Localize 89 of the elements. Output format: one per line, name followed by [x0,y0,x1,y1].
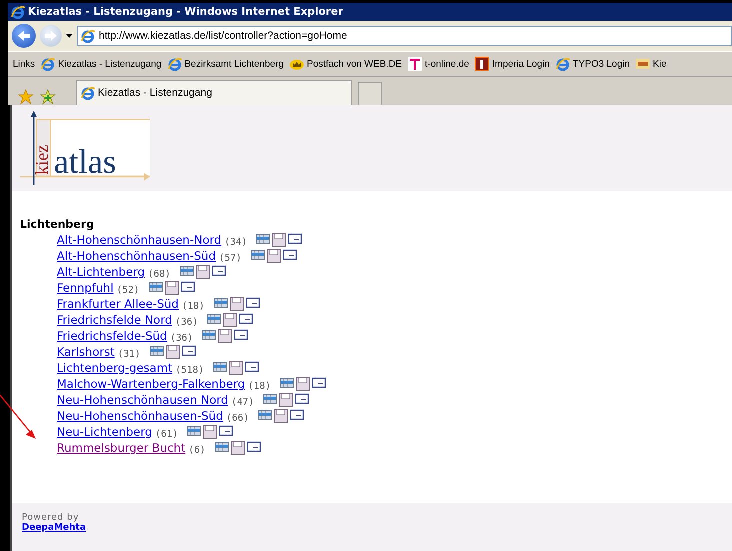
envelope-icon[interactable] [182,345,196,357]
item-count: (31) [118,348,141,360]
links-label: Links [13,58,36,70]
envelope-icon[interactable] [246,441,261,453]
envelope-icon[interactable] [282,249,297,261]
table-icon[interactable] [207,313,222,325]
browser-icon [81,86,95,100]
item-count: (18) [182,300,205,312]
item-count: (518) [176,364,204,376]
bookmark-link[interactable]: Postfach von WEB.DE [290,57,402,71]
browser-icon [11,5,25,19]
item-count: (57) [219,252,242,264]
item-count: (18) [248,380,272,392]
table-icon[interactable] [180,265,194,277]
area-link[interactable]: Karlshorst [57,345,115,359]
item-count: (66) [226,412,250,424]
logo-text: kiez [32,145,52,175]
table-icon[interactable] [258,409,272,421]
add-favorite-icon[interactable] [40,89,56,105]
table-icon[interactable] [187,425,202,437]
table-icon[interactable] [214,297,228,309]
envelope-icon[interactable] [290,409,304,421]
table-icon[interactable] [256,233,270,245]
item-count: (61) [155,428,178,440]
area-link[interactable]: Alt-Lichtenberg [57,265,146,279]
item-count: (34) [224,236,248,248]
imperia-icon [475,57,490,71]
star-icon[interactable] [18,89,34,105]
bookmark-link[interactable]: TYPO3 Login [556,57,630,71]
address-field[interactable]: http://www.kiezatlas.de/list/controller?action=goHome [77,26,732,46]
table-icon[interactable] [202,329,216,341]
area-link[interactable]: Rummelsburger Bucht [57,441,186,455]
arrow-icon [44,30,58,42]
table-icon[interactable] [250,249,265,261]
table-icon[interactable] [213,361,228,373]
envelope-icon[interactable] [295,393,310,405]
area-link[interactable]: Friedrichsfelde-Süd [57,329,168,343]
envelope-icon[interactable] [288,233,302,245]
table-icon[interactable] [263,393,278,405]
envelope-icon[interactable] [219,425,234,437]
area-link[interactable]: Fennpfuhl [57,281,114,295]
back-button[interactable] [12,24,36,48]
area-link[interactable]: Lichtenberg-gesamt [57,361,173,375]
bookmark-link[interactable]: Kiezatlas - Listenzugang [41,57,162,71]
bookmark-link[interactable]: Imperia Login [475,57,550,71]
browser-tab[interactable]: Kiezatlas - Listenzugang [76,80,352,105]
area-link[interactable]: Alt-Hohenschönhausen-Süd [57,249,216,263]
area-link[interactable]: Neu-Hohenschönhausen-Süd [57,409,224,423]
bookmark-link[interactable]: Bezirksamt Lichtenberg [168,57,284,71]
bookmark-link[interactable]: t-online.de [408,57,470,71]
deepamehta-link[interactable]: DeepaMehta [22,523,732,533]
arrow-icon [17,30,31,42]
envelope-icon[interactable] [234,329,248,341]
table-icon[interactable] [214,441,229,453]
table-icon[interactable] [280,377,294,389]
window-title: Kiezatlas - Listenzugang - Windows Internet Explorer [28,6,344,18]
dropdown-icon[interactable] [66,34,73,38]
envelope-icon[interactable] [246,297,260,309]
envelope-icon[interactable] [245,361,260,373]
item-count: (36) [170,332,194,344]
t-logo-icon [408,57,422,71]
powered-by-text: Powered by [22,513,80,523]
envelope-icon[interactable] [312,377,326,389]
bookmark-link[interactable]: Kie [636,58,667,70]
table-icon[interactable] [150,345,164,357]
envelope-icon[interactable] [239,313,254,325]
item-count: (52) [116,284,140,296]
browser-icon [556,57,570,71]
area-link[interactable]: Alt-Hohenschönhausen-Nord [57,233,222,247]
district-heading: Lichtenberg [20,218,96,231]
area-link[interactable]: Neu-Lichtenberg [57,425,152,439]
logo-icon [636,59,650,69]
browser-icon [41,57,56,71]
envelope-icon[interactable] [180,281,195,293]
item-count: (68) [148,268,171,280]
browser-icon [168,57,182,71]
logo-text: atlas [54,144,116,181]
envelope-icon[interactable] [212,265,226,277]
area-link[interactable]: Frankfurter Allee-Süd [57,297,179,311]
item-count: (6) [188,444,206,456]
url-text: http://www.kiezatlas.de/list/controller?action=goHome [99,30,348,42]
area-link[interactable]: Friedrichsfelde Nord [57,313,172,327]
crown-icon [290,57,304,71]
item-count: (47) [231,396,254,408]
area-link[interactable]: Neu-Hohenschönhausen Nord [57,393,228,407]
area-link[interactable]: Malchow-Wartenberg-Falkenberg [57,377,246,391]
item-count: (36) [175,316,198,328]
browser-icon [81,29,95,43]
table-icon[interactable] [148,281,163,293]
